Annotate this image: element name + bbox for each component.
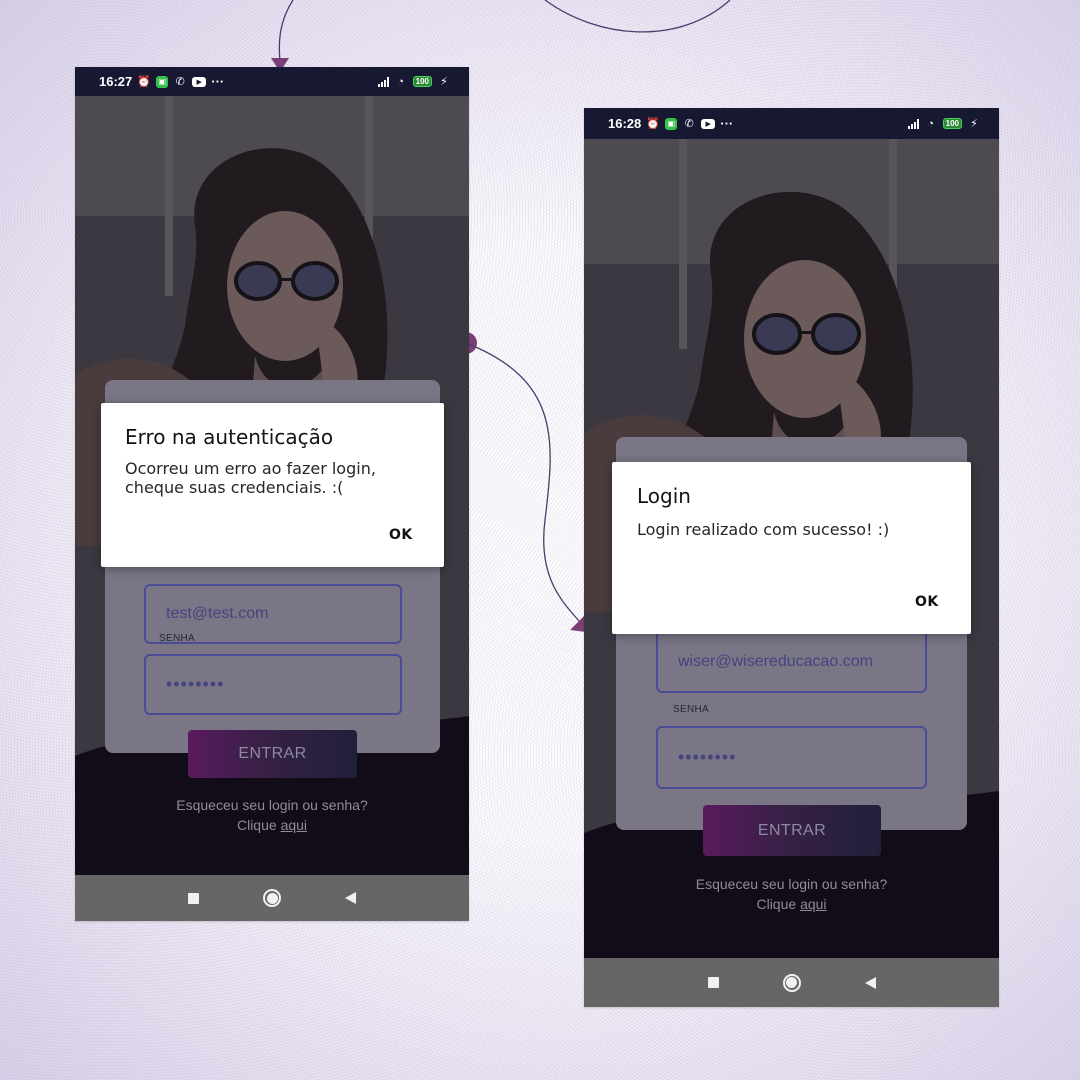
- dialog-ok-button[interactable]: OK: [915, 594, 939, 610]
- password-label: SENHA: [673, 704, 709, 715]
- status-time: 16:28: [608, 116, 642, 131]
- charging-icon: ⚡: [970, 118, 978, 130]
- status-time: 16:27: [99, 74, 133, 89]
- alarm-icon: ⏰: [646, 118, 661, 130]
- app-icon: ▣: [156, 75, 169, 88]
- whatsapp-icon: ✆: [175, 76, 185, 88]
- enter-button[interactable]: ENTRAR: [188, 730, 357, 778]
- email-input[interactable]: wiser@wisereducacao.com: [656, 630, 927, 693]
- recents-square-icon[interactable]: [188, 892, 199, 904]
- more-notifications-icon: ···: [211, 74, 225, 89]
- click-text: Clique: [756, 896, 797, 912]
- enter-button[interactable]: ENTRAR: [703, 805, 881, 856]
- left-phone-screenshot: 16:27 ⏰ ▣ ✆ ▶ ··· ◔ 100 ⚡ test@test.com …: [75, 67, 469, 921]
- youtube-icon: ▶: [701, 118, 716, 129]
- status-bar: 16:27 ⏰ ▣ ✆ ▶ ··· ◔ 100 ⚡: [75, 67, 469, 96]
- forgot-password-text: Esqueceu seu login ou senha? Clique aqui: [75, 795, 469, 835]
- forgot-link[interactable]: aqui: [281, 817, 307, 833]
- wifi-icon: ◔: [927, 117, 934, 130]
- forgot-link-line: Clique aqui: [75, 815, 469, 835]
- click-text: Clique: [236, 817, 277, 833]
- signal-icon: [907, 118, 919, 129]
- forgot-line: Esqueceu seu login ou senha?: [176, 797, 368, 813]
- forgot-line: Esqueceu seu login ou senha?: [695, 876, 888, 892]
- navigation-bar: [75, 875, 469, 921]
- password-input[interactable]: ••••••••: [144, 654, 402, 715]
- dialog-title: Erro na autenticação: [125, 425, 334, 449]
- recents-square-icon[interactable]: [707, 977, 719, 988]
- charging-icon: ⚡: [440, 76, 448, 88]
- flow-connector-line: [465, 342, 581, 623]
- forgot-password-text: Esqueceu seu login ou senha? Clique aqui: [584, 874, 999, 914]
- password-input[interactable]: ••••••••: [656, 726, 927, 789]
- back-triangle-icon[interactable]: [345, 892, 356, 904]
- youtube-icon: ▶: [192, 76, 207, 87]
- forgot-link-line: Clique aqui: [584, 894, 999, 914]
- back-triangle-icon[interactable]: [864, 976, 876, 989]
- error-dialog: Erro na autenticação Ocorreu um erro ao …: [101, 403, 444, 567]
- alarm-icon: ⏰: [137, 76, 152, 88]
- wifi-icon: ◔: [397, 75, 404, 88]
- dialog-title: Login: [637, 484, 691, 508]
- home-circle-icon[interactable]: [782, 973, 801, 992]
- app-icon: ▣: [665, 117, 678, 130]
- entry-connector: [278, 0, 294, 63]
- dialog-ok-button[interactable]: OK: [389, 527, 413, 543]
- navigation-bar: [584, 958, 999, 1007]
- status-bar: 16:28 ⏰ ▣ ✆ ▶ ··· ◔ 100 ⚡: [584, 108, 999, 139]
- battery-icon: 100: [942, 118, 962, 129]
- password-label: SENHA: [159, 633, 195, 644]
- more-notifications-icon: ···: [720, 116, 734, 131]
- battery-icon: 100: [412, 76, 432, 87]
- dialog-message: Login realizado com sucesso! :): [637, 520, 890, 539]
- dialog-message: Ocorreu um erro ao fazer login, cheque s…: [125, 459, 376, 497]
- success-dialog: Login Login realizado com sucesso! :) OK: [612, 462, 971, 634]
- whatsapp-icon: ✆: [684, 118, 694, 130]
- top-arc-connector: [544, 0, 731, 33]
- forgot-link[interactable]: aqui: [800, 896, 826, 912]
- signal-icon: [377, 76, 389, 87]
- home-circle-icon[interactable]: [263, 889, 281, 907]
- right-phone-screenshot: 16:28 ⏰ ▣ ✆ ▶ ··· ◔ 100 ⚡ wiser@wiseredu…: [584, 108, 999, 1007]
